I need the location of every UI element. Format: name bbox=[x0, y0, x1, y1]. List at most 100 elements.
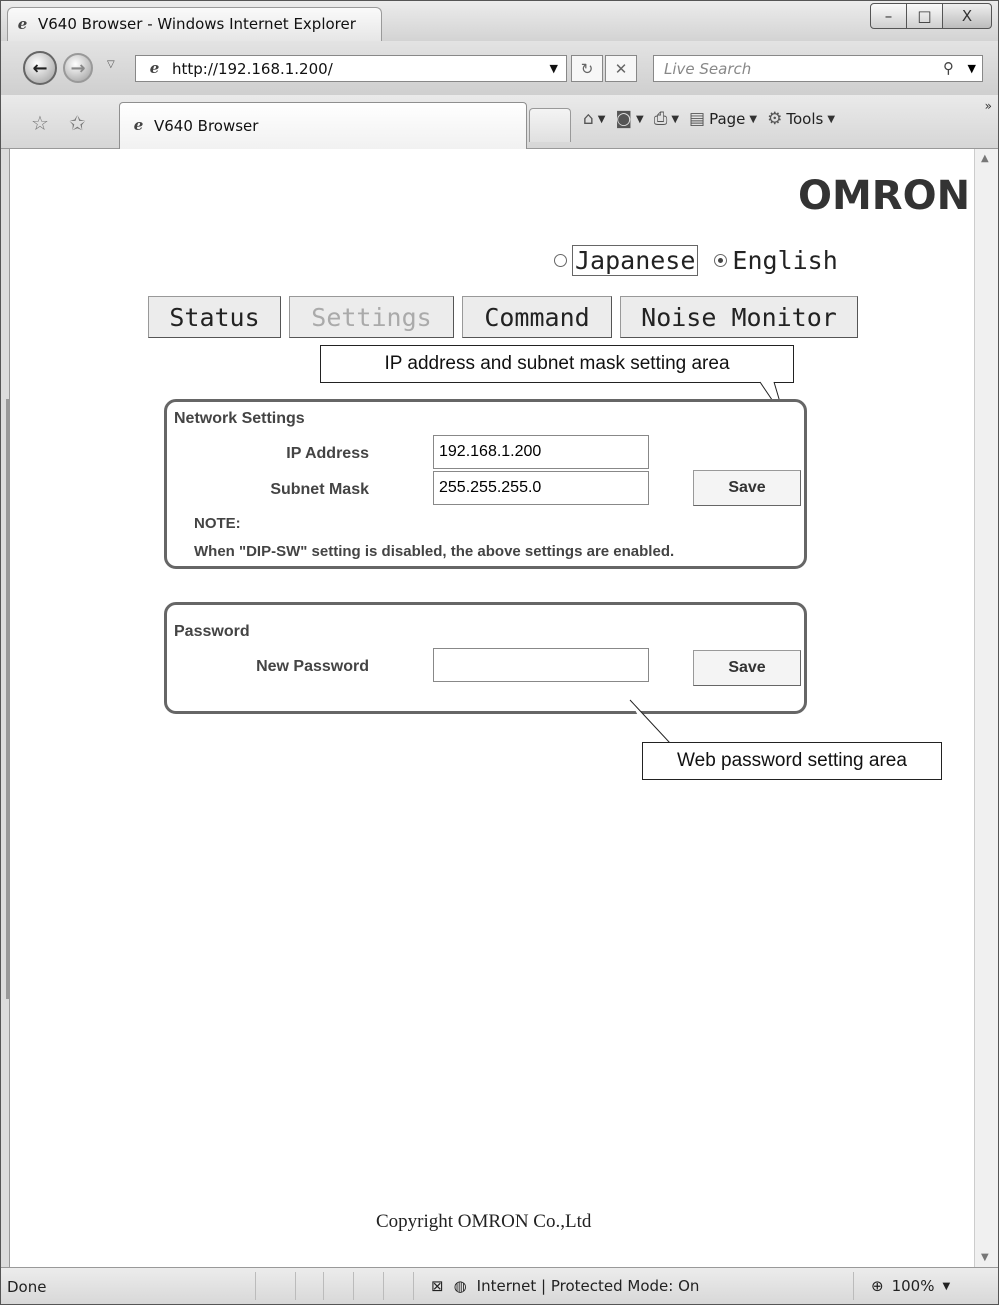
search-icon[interactable]: ⚲ bbox=[943, 59, 954, 77]
page-menu[interactable]: ▤ Page ▼ bbox=[689, 109, 757, 129]
password-panel: Password New Password Save bbox=[164, 602, 807, 714]
recent-pages-dropdown-icon[interactable]: ▽ bbox=[107, 59, 115, 70]
copyright-text: Copyright OMRON Co.,Ltd bbox=[376, 1211, 592, 1232]
tools-dropdown-icon: ▼ bbox=[827, 113, 836, 125]
favorites-star-icon[interactable]: ☆ bbox=[31, 111, 49, 135]
note-text: When "DIP-SW" setting is disabled, the a… bbox=[194, 543, 675, 560]
settings-button[interactable]: Settings bbox=[289, 296, 454, 338]
japanese-radio[interactable] bbox=[554, 254, 567, 267]
new-password-label: New Password bbox=[256, 658, 369, 675]
search-dropdown-icon[interactable]: ▼ bbox=[968, 62, 976, 75]
refresh-button[interactable]: ↻ bbox=[571, 55, 603, 82]
new-password-field[interactable] bbox=[433, 648, 649, 682]
page-dropdown-icon: ▼ bbox=[749, 113, 758, 125]
english-radio[interactable] bbox=[714, 254, 728, 267]
window-title: V640 Browser - Windows Internet Explorer bbox=[38, 15, 356, 33]
network-save-button[interactable]: Save bbox=[693, 470, 801, 506]
status-divider bbox=[383, 1272, 384, 1300]
scroll-down-icon[interactable]: ▼ bbox=[981, 1252, 989, 1263]
ip-address-input[interactable] bbox=[437, 442, 645, 462]
print-icon: ⎙ bbox=[653, 109, 668, 129]
back-button[interactable]: ← bbox=[23, 51, 57, 85]
tab-label: V640 Browser bbox=[154, 117, 259, 135]
ie-logo-icon: e bbox=[17, 15, 28, 33]
password-callout: Web password setting area bbox=[642, 742, 942, 780]
title-area: e V640 Browser - Windows Internet Explor… bbox=[7, 7, 382, 41]
search-box[interactable]: ⚲ ▼ bbox=[653, 55, 983, 82]
status-divider bbox=[413, 1272, 414, 1300]
new-password-input[interactable] bbox=[437, 655, 645, 675]
zoom-level: 100% bbox=[891, 1277, 935, 1295]
main-nav: Status Settings Command Noise Monitor bbox=[148, 296, 858, 338]
network-settings-title: Network Settings bbox=[174, 410, 305, 427]
new-tab-button[interactable] bbox=[529, 108, 571, 142]
add-favorites-icon[interactable]: ✩ bbox=[69, 111, 86, 135]
search-input[interactable] bbox=[662, 59, 912, 79]
status-bar: Done ⊠ ◍ Internet | Protected Mode: On ⊕… bbox=[1, 1267, 998, 1304]
close-icon: X bbox=[961, 7, 973, 25]
more-chevron-icon[interactable]: » bbox=[985, 99, 992, 113]
title-bar: e V640 Browser - Windows Internet Explor… bbox=[1, 1, 998, 41]
maximize-button[interactable]: □ bbox=[906, 3, 943, 29]
tab-v640-browser[interactable]: e V640 Browser bbox=[119, 102, 527, 149]
close-button[interactable]: X bbox=[942, 3, 992, 29]
zoom-dropdown-icon[interactable]: ▼ bbox=[942, 1281, 950, 1292]
ip-address-field[interactable] bbox=[433, 435, 649, 469]
page-menu-label: Page bbox=[709, 110, 746, 128]
print-dropdown-icon[interactable]: ▼ bbox=[671, 114, 679, 125]
status-button[interactable]: Status bbox=[148, 296, 281, 338]
omron-logo: OMRON bbox=[798, 173, 971, 219]
security-zone[interactable]: ⊠ ◍ Internet | Protected Mode: On bbox=[431, 1277, 699, 1295]
address-row: ← → ▽ e http://192.168.1.200/ ▼ ↻ ✕ ⚲ ▼ bbox=[1, 41, 998, 95]
browser-window: e V640 Browser - Windows Internet Explor… bbox=[0, 0, 999, 1305]
maximize-icon: □ bbox=[917, 7, 932, 25]
status-text: Done bbox=[7, 1278, 47, 1296]
tab-ie-icon: e bbox=[133, 116, 144, 134]
ip-address-label: IP Address bbox=[286, 445, 369, 462]
tools-menu-label: Tools bbox=[786, 110, 824, 128]
address-dropdown-icon[interactable]: ▼ bbox=[550, 62, 558, 75]
status-divider bbox=[853, 1272, 854, 1300]
page-viewport: OMRON Japanese English Status Settings C… bbox=[9, 149, 974, 1267]
subnet-mask-input[interactable] bbox=[437, 478, 645, 498]
zoom-control[interactable]: ⊕ 100% ▼ bbox=[871, 1277, 950, 1295]
stop-icon: ✕ bbox=[614, 59, 628, 78]
zoom-icon: ⊕ bbox=[871, 1277, 884, 1295]
address-bar[interactable]: e http://192.168.1.200/ ▼ bbox=[135, 55, 567, 82]
forward-button[interactable]: → bbox=[63, 53, 93, 83]
page-icon: ▤ bbox=[689, 109, 706, 129]
print-button[interactable]: ⎙ ▼ bbox=[654, 109, 679, 129]
left-border bbox=[1, 149, 9, 1267]
popup-blocked-icon[interactable]: ⊠ bbox=[431, 1277, 444, 1295]
tools-menu[interactable]: ⚙ Tools ▼ bbox=[767, 109, 835, 129]
command-bar: ⌂ ▼ ◙ ▼ ⎙ ▼ ▤ Page ▼ ⚙ Tools ▼ bbox=[583, 109, 835, 129]
network-settings-panel: Network Settings IP Address Subnet Mask … bbox=[164, 399, 807, 569]
feeds-button[interactable]: ◙ ▼ bbox=[616, 109, 644, 129]
globe-icon: ◍ bbox=[453, 1277, 467, 1295]
url-text: http://192.168.1.200/ bbox=[172, 60, 333, 78]
feeds-dropdown-icon[interactable]: ▼ bbox=[636, 114, 644, 125]
gear-icon: ⚙ bbox=[767, 109, 783, 129]
home-dropdown-icon[interactable]: ▼ bbox=[598, 114, 606, 125]
home-icon: ⌂ bbox=[583, 109, 594, 129]
scroll-up-icon[interactable]: ▲ bbox=[981, 153, 989, 164]
subnet-mask-field[interactable] bbox=[433, 471, 649, 505]
network-callout: IP address and subnet mask setting area bbox=[320, 345, 794, 383]
english-label[interactable]: English bbox=[732, 246, 837, 275]
noise-monitor-button[interactable]: Noise Monitor bbox=[620, 296, 858, 338]
japanese-label[interactable]: Japanese bbox=[572, 245, 699, 276]
minimize-icon: – bbox=[884, 7, 893, 25]
arrow-left-icon: ← bbox=[32, 57, 48, 79]
page-icon: e bbox=[149, 59, 160, 77]
arrow-right-icon: → bbox=[70, 57, 86, 79]
password-save-button[interactable]: Save bbox=[693, 650, 801, 686]
vertical-scrollbar[interactable]: ▲ ▼ bbox=[974, 149, 998, 1267]
status-divider bbox=[353, 1272, 354, 1300]
home-button[interactable]: ⌂ ▼ bbox=[583, 109, 606, 129]
minimize-button[interactable]: – bbox=[870, 3, 907, 29]
subnet-mask-label: Subnet Mask bbox=[270, 481, 369, 498]
rss-icon: ◙ bbox=[615, 109, 633, 129]
zone-text: Internet | Protected Mode: On bbox=[476, 1277, 700, 1295]
stop-button[interactable]: ✕ bbox=[605, 55, 637, 82]
command-button[interactable]: Command bbox=[462, 296, 612, 338]
